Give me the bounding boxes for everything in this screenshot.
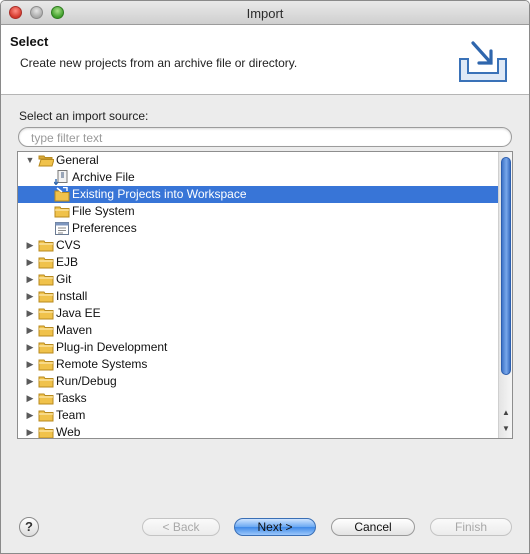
wizard-header: Select Create new projects from an archi… (1, 25, 529, 95)
scrollbar-thumb[interactable] (501, 157, 511, 375)
scroll-down-arrow-icon[interactable]: ▼ (499, 422, 512, 436)
tree-item-label: CVS (56, 238, 81, 252)
tree-item-run-debug[interactable]: ▶ Run/Debug (18, 373, 498, 390)
folder-icon (38, 272, 54, 287)
folder-icon (38, 340, 54, 355)
expand-arrow-icon[interactable]: ▶ (24, 373, 36, 390)
tree-item-label: Git (56, 272, 72, 286)
preferences-icon (54, 221, 70, 236)
tree-item-label: Plug-in Development (56, 340, 168, 354)
tree-item-label: Archive File (72, 170, 135, 184)
folder-icon (38, 357, 54, 372)
expand-arrow-icon[interactable]: ▶ (24, 288, 36, 305)
tree-item-label: EJB (56, 255, 79, 269)
existing-projects-icon (54, 186, 70, 202)
folder-icon (38, 238, 54, 253)
folder-icon (38, 408, 54, 423)
help-button[interactable]: ? (19, 517, 39, 537)
folder-icon (54, 204, 70, 219)
expand-arrow-icon[interactable]: ▶ (24, 424, 36, 438)
expand-arrow-icon[interactable]: ▶ (24, 254, 36, 271)
tree-item-maven[interactable]: ▶ Maven (18, 322, 498, 339)
tree-item-file-system[interactable]: File System (18, 203, 498, 220)
folder-icon (38, 289, 54, 304)
title-bar[interactable]: Import (1, 1, 529, 25)
tree-item-label: Tasks (56, 391, 87, 405)
folder-icon (38, 374, 54, 389)
tree-item-label: Maven (56, 323, 93, 337)
next-button[interactable]: Next > (234, 518, 316, 536)
tree-item-cvs[interactable]: ▶ CVS (18, 237, 498, 254)
back-button[interactable]: < Back (142, 518, 220, 536)
tree-item-label: Team (56, 408, 86, 422)
tree-item-label: File System (72, 204, 135, 218)
scroll-up-arrow-icon[interactable]: ▲ (499, 406, 512, 420)
tree-item-label: Preferences (72, 221, 137, 235)
folder-icon (38, 391, 54, 406)
folder-icon (38, 255, 54, 270)
folder-icon (38, 425, 54, 438)
tree-item-ejb[interactable]: ▶ EJB (18, 254, 498, 271)
expand-arrow-icon[interactable]: ▶ (24, 271, 36, 288)
tree-item-java-ee[interactable]: ▶ Java EE (18, 305, 498, 322)
folder-open-icon (38, 153, 55, 168)
expand-arrow-icon[interactable]: ▶ (24, 390, 36, 407)
tree-item-archive-file[interactable]: Archive File (18, 169, 498, 186)
tree-item-web[interactable]: ▶ Web (18, 424, 498, 439)
tree-item-tasks[interactable]: ▶ Tasks (18, 390, 498, 407)
tree-item-label: Web (56, 425, 81, 439)
window-title: Import (246, 6, 284, 21)
tree-item-label: Java EE (56, 306, 101, 320)
import-banner-icon (459, 41, 507, 82)
archive-file-icon (53, 170, 70, 186)
tree-item-label: General (56, 153, 99, 167)
filter-input[interactable] (29, 129, 503, 147)
tree-item-plug-in-development[interactable]: ▶ Plug-in Development (18, 339, 498, 356)
expand-arrow-icon[interactable]: ▶ (24, 322, 36, 339)
cancel-button[interactable]: Cancel (331, 518, 415, 536)
filter-field[interactable] (18, 127, 512, 147)
finish-button[interactable]: Finish (430, 518, 512, 536)
tree-item-general[interactable]: ▼ General (18, 152, 498, 169)
folder-icon (38, 323, 54, 338)
expand-arrow-icon[interactable]: ▶ (24, 339, 36, 356)
tree-item-install[interactable]: ▶ Install (18, 288, 498, 305)
import-source-label: Select an import source: (19, 109, 149, 123)
folder-icon (38, 306, 54, 321)
tree-item-git[interactable]: ▶ Git (18, 271, 498, 288)
tree-item-remote-systems[interactable]: ▶ Remote Systems (18, 356, 498, 373)
tree-scrollbar[interactable]: ▲ ▼ (498, 152, 512, 438)
import-source-tree[interactable]: ▼ General Archive File Existing Projects in… (17, 151, 513, 439)
tree-item-label: Run/Debug (56, 374, 117, 388)
tree-item-label: Existing Projects into Workspace (72, 187, 247, 201)
page-title: Select (10, 34, 49, 49)
tree-item-preferences[interactable]: Preferences (18, 220, 498, 237)
collapse-arrow-icon[interactable]: ▼ (24, 152, 36, 169)
import-dialog: Import Select Create new projects from a… (0, 0, 530, 554)
tree-item-label: Install (56, 289, 88, 303)
expand-arrow-icon[interactable]: ▶ (24, 407, 36, 424)
expand-arrow-icon[interactable]: ▶ (24, 305, 36, 322)
expand-arrow-icon[interactable]: ▶ (24, 356, 36, 373)
tree-item-team[interactable]: ▶ Team (18, 407, 498, 424)
tree-item-label: Remote Systems (56, 357, 148, 371)
expand-arrow-icon[interactable]: ▶ (24, 237, 36, 254)
tree-item-existing-projects-into-workspace[interactable]: Existing Projects into Workspace (18, 186, 498, 203)
page-description: Create new projects from an archive file… (20, 56, 298, 70)
